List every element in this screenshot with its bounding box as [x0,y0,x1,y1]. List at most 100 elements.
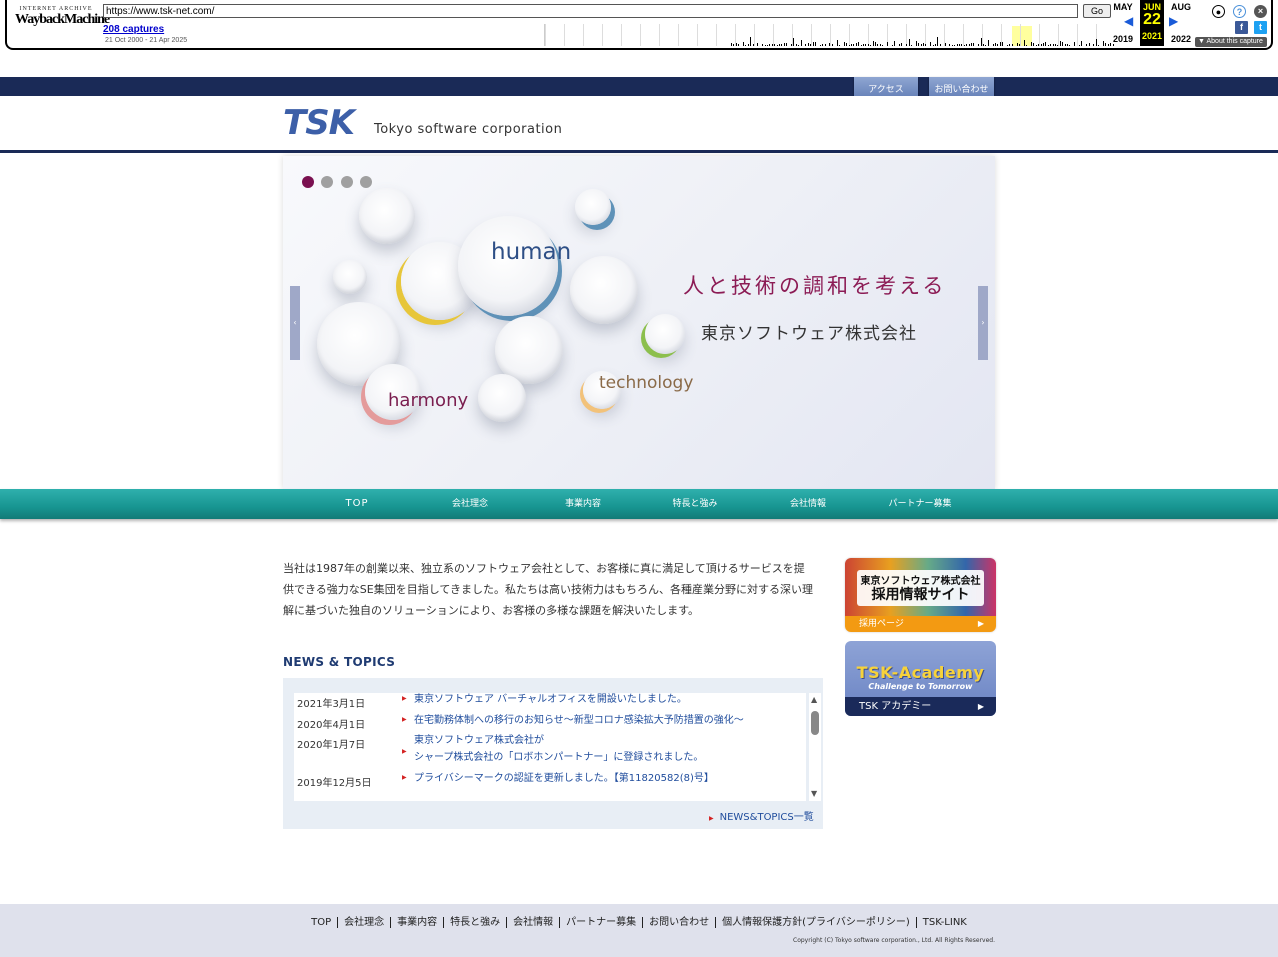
scroll-up-icon[interactable]: ▲ [811,695,817,704]
twitter-icon[interactable]: t [1254,21,1267,34]
academy-link[interactable]: TSK アカデミー ▶ [845,697,996,716]
wayback-next-year[interactable]: 2022 [1168,34,1194,44]
sparkline-bar [783,43,785,46]
footer-link-contact[interactable]: お問い合わせ [643,917,717,928]
bullet-icon: ▶ [709,815,714,822]
footer-link-top[interactable]: TOP [305,917,339,928]
recruit-banner[interactable]: 東京ソフトウェア株式会社 採用情報サイト 採用ページ ▶ [845,558,996,632]
sparkline-grid [716,24,717,46]
sparkline-bar [920,44,922,46]
arrow-right-icon: ▶ [977,702,984,711]
news-link-line2[interactable]: シャープ株式会社の「ロボホンパートナー」に登録されました。 [414,749,703,766]
sparkline-bar [812,42,814,46]
nav-company[interactable]: 会社情報 [778,489,838,519]
global-nav: TOP 会社理念 事業内容 特長と強み 会社情報 パートナー募集 [0,489,1278,519]
footer-nav: TOP 会社理念 事業内容 特長と強み 会社情報 パートナー募集 お問い合わせ 個人情報保護方… [0,913,1278,928]
news-date: 2020年1月7日 [297,740,366,751]
news-link[interactable]: 在宅勤務体制への移行のお知らせ～新型コロナ感染拡大予防措置の強化～ [414,712,744,729]
site-logo[interactable]: TSK [283,106,355,140]
wayback-logo[interactable]: INTERNET ARCHIVE WaybackMachine [15,6,110,38]
sparkline-bar [1093,44,1095,46]
sparkline-bar [882,44,884,46]
news-link[interactable]: 東京ソフトウェア バーチャルオフィスを開設いたしました。 [414,693,687,708]
sparkline-bar [831,44,833,46]
nav-top[interactable]: TOP [327,489,387,519]
academy-subtitle: Challenge to Tomorrow [868,682,973,691]
sparkline-bar [915,41,917,46]
recruit-banner-image: 東京ソフトウェア株式会社 採用情報サイト [845,558,996,616]
slider-dot-1[interactable] [302,176,314,188]
nav-partner[interactable]: パートナー募集 [885,489,955,519]
sparkline-bar [951,45,953,46]
sparkline-bar [995,43,996,46]
nav-business[interactable]: 事業内容 [553,489,613,519]
footer-link-business[interactable]: 事業内容 [391,917,445,928]
footer-link-partner[interactable]: パートナー募集 [560,917,644,928]
footer-link-philosophy[interactable]: 会社理念 [338,917,392,928]
wayback-prev-year[interactable]: 2019 [1110,34,1136,44]
sparkline-bar [793,38,795,46]
facebook-icon[interactable]: f [1235,21,1248,34]
wayback-next-arrow-icon[interactable]: ▶ [1169,14,1178,28]
sparkline-bar [738,43,740,46]
sparkline-bar [1067,44,1068,46]
wayback-captures-link[interactable]: 208 captures [103,24,164,35]
sparkline-grid [640,24,641,46]
sparkline-bar [743,42,744,46]
wayback-prev-month[interactable]: MAY [1110,2,1136,12]
news-link[interactable]: プライバシーマークの認証を更新しました。【第11820582(8)号】 [414,770,714,787]
bullet-icon: ▶ [402,774,407,781]
footer-link-strengths[interactable]: 特長と強み [444,917,508,928]
wayback-sparkline[interactable] [544,24,1114,46]
sparkline-bar [767,44,768,46]
sparkline-grid [868,24,869,46]
sparkline-bar [983,44,984,46]
academy-banner[interactable]: TSK-Academy Challenge to Tomorrow TSK アカ… [845,641,996,716]
slider-dot-3[interactable] [341,176,353,188]
site-header [0,96,1278,153]
bubble [359,188,415,244]
user-icon[interactable]: ● [1212,5,1225,18]
sparkline-bar [971,43,972,46]
bubble [645,314,685,354]
wayback-url-input[interactable] [103,4,1078,18]
sparkline-bar [764,45,766,46]
sparkline-grid [1020,24,1021,46]
wayback-about-capture[interactable]: ▼ About this capture [1195,37,1267,47]
nav-strengths[interactable]: 特長と強み [665,489,725,519]
wayback-prev-arrow-icon[interactable]: ◀ [1124,14,1133,28]
slider-dot-2[interactable] [321,176,333,188]
sparkline-bar [757,43,759,46]
recruit-link[interactable]: 採用ページ ▶ [845,616,996,632]
news-scrollbar[interactable]: ▲ ▼ [809,693,821,801]
sparkline-bar [750,37,752,46]
news-list[interactable]: 2021年3月1日 ▶ 東京ソフトウェア バーチャルオフィスを開設いたしました。… [294,693,806,801]
sparkline-bar [1095,39,1097,46]
news-title: NEWS & TOPICS [283,655,396,669]
slider-next-button[interactable]: › [978,286,988,360]
wayback-next-month[interactable]: AUG [1168,2,1194,12]
close-icon[interactable]: × [1254,5,1267,18]
footer-link-company[interactable]: 会社情報 [507,917,561,928]
sparkline-bar [973,43,975,46]
slider-prev-button[interactable]: ‹ [290,286,300,360]
footer-link-tsklink[interactable]: TSK-LINK [917,917,973,928]
slider-dot-4[interactable] [360,176,372,188]
sparkline-bar [961,43,963,46]
sparkline-grid [1039,24,1040,46]
scroll-down-icon[interactable]: ▼ [811,789,817,798]
sparkline-bar [1098,44,1100,46]
news-link[interactable]: 東京ソフトウェア株式会社が [414,732,544,749]
footer-link-privacy[interactable]: 個人情報保護方針(プライバシーポリシー) [716,917,917,928]
wayback-capture-range: 21 Oct 2000 - 21 Apr 2025 [105,37,188,44]
news-more-link[interactable]: ▶ NEWS&TOPICS一覧 [709,808,814,823]
help-icon[interactable]: ? [1233,5,1246,18]
sparkline-bar [963,44,965,46]
sparkline-bar [872,41,874,46]
sparkline-bar [1057,44,1059,46]
sparkline-bar [992,44,994,46]
sparkline-bar [1019,44,1020,46]
nav-philosophy[interactable]: 会社理念 [440,489,500,519]
wayback-go-button[interactable]: Go [1083,4,1111,18]
scroll-thumb[interactable] [811,711,819,735]
